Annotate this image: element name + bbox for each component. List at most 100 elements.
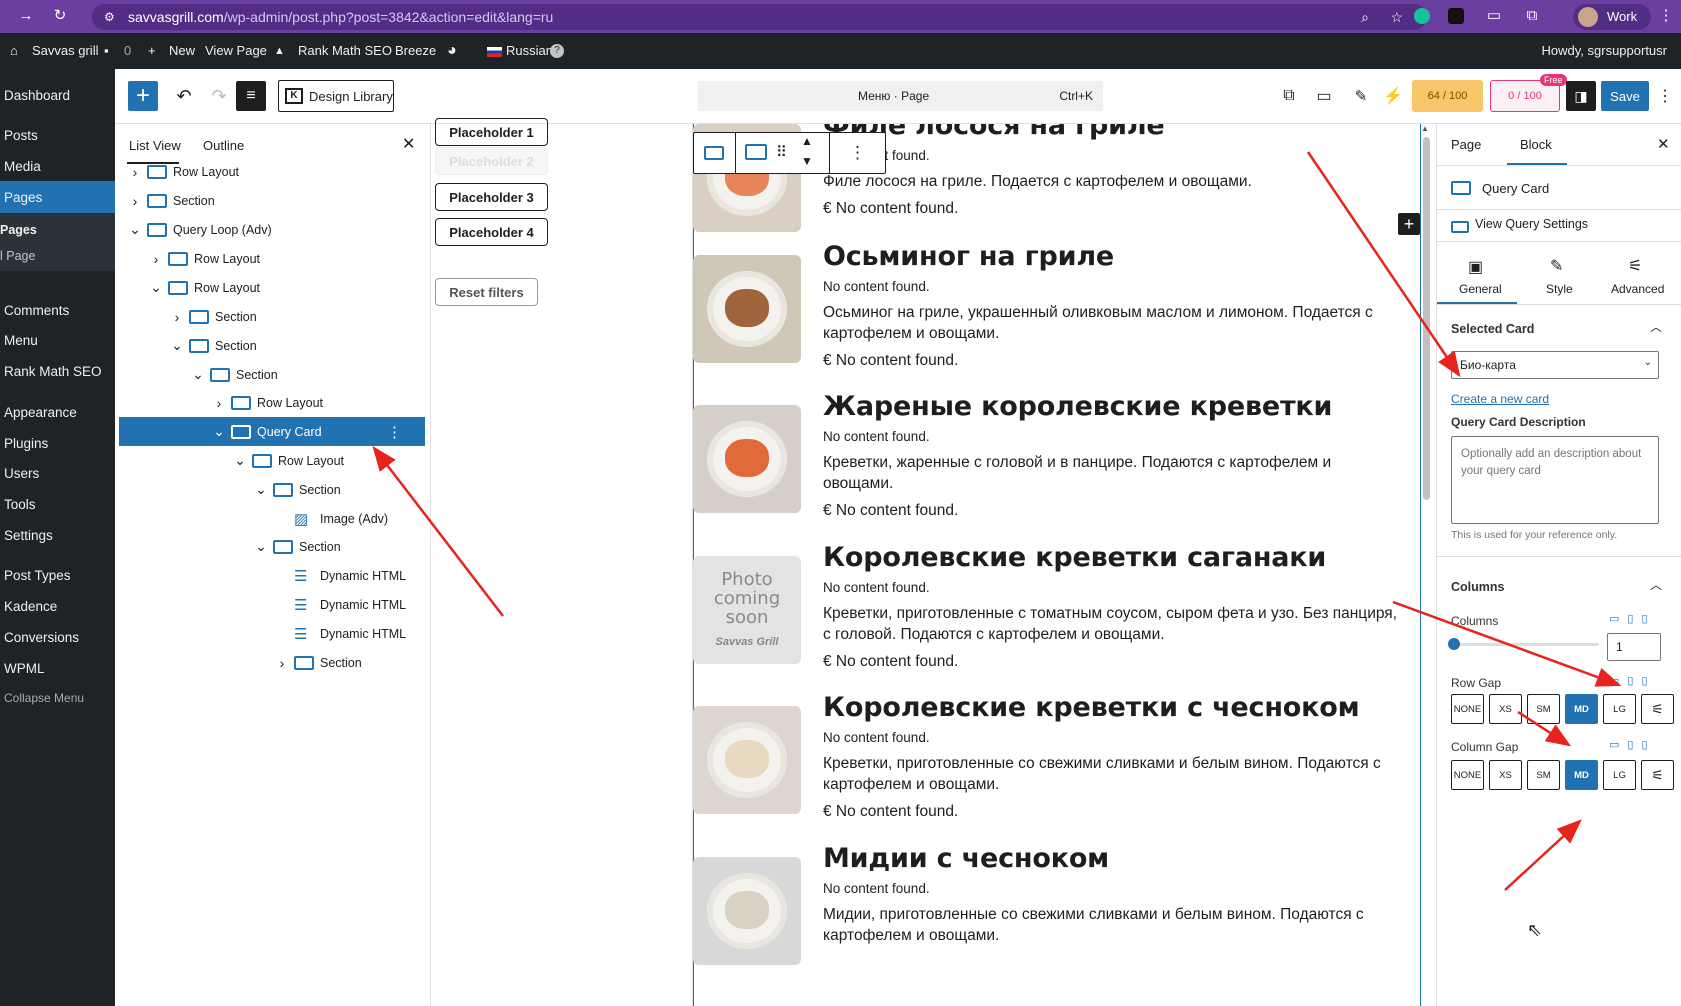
filter-button[interactable]: Placeholder 3 [435,183,548,211]
add-block-button[interactable]: + [128,81,158,111]
reload-icon[interactable]: ↻ [50,8,70,24]
selected-card-heading[interactable]: Selected Card [1451,322,1534,336]
scroll-up-icon[interactable]: ▲ [1421,124,1429,133]
forward-icon[interactable]: → [16,8,36,24]
extensions-puzzle-icon[interactable]: ⧉ [1522,8,1542,24]
close-icon[interactable]: ✕ [402,134,415,154]
list-view-row[interactable]: › Section [119,648,425,677]
list-view-row[interactable]: ⌄ Row Layout [119,446,425,475]
tab-general[interactable]: General [1459,282,1502,296]
settings-sidebar-icon[interactable]: ◨ [1566,81,1596,111]
scrollbar-thumb[interactable] [1423,137,1430,500]
chevron-down-icon[interactable]: ⌄ [234,452,246,469]
list-view-row[interactable]: ▨ Image (Adv) [119,504,425,533]
chevron-right-icon[interactable]: › [150,251,162,267]
responsive-device-icons[interactable]: ▭▯▯ [1609,612,1656,625]
edit-icon[interactable]: ✎ [1347,82,1375,110]
list-view-row[interactable]: ⌄ Section [119,475,425,504]
responsive-device-icons[interactable]: ▭▯▯ [1609,674,1656,687]
view-query-settings-link[interactable]: View Query Settings [1475,217,1588,231]
row-gap-none[interactable]: NONE [1451,694,1484,724]
menu-media[interactable]: Media [4,159,41,174]
tab-style[interactable]: Style [1546,282,1573,296]
rankmath-link[interactable]: Rank Math SEO [298,33,392,69]
extension-card-icon[interactable]: ▭ [1484,8,1504,24]
list-view-row[interactable]: › Section [119,186,425,215]
list-view-row[interactable]: ⌄ Query Loop (Adv) [119,215,425,244]
menu-plugins[interactable]: Plugins [4,436,48,451]
list-view-row[interactable]: ⌄ Section [119,532,425,561]
row-gap-lg[interactable]: LG [1603,694,1636,724]
list-view-row[interactable]: › Row Layout [119,157,425,186]
list-view-row[interactable]: ☰ Dynamic HTML [119,619,425,648]
comments-count[interactable]: 0 [124,33,131,69]
description-textarea[interactable] [1451,436,1659,524]
collapse-menu[interactable]: Collapse Menu [4,691,84,705]
menu-dashboard[interactable]: Dashboard [4,88,70,103]
chevron-down-icon[interactable]: ⌄ [255,538,267,555]
columns-slider-track[interactable] [1451,643,1599,646]
comments-icon[interactable]: ▪ [104,33,109,69]
query-loop-icon[interactable] [745,144,767,160]
command-palette[interactable]: Меню · Page Ctrl+K [698,81,1103,111]
chevron-down-icon[interactable]: ⌄ [192,366,204,383]
tab-block[interactable]: Block [1520,137,1552,152]
chevron-up-icon[interactable]: ︿ [1650,318,1662,335]
list-view-row[interactable]: ⌄ Section [119,360,425,389]
rankmath-score[interactable]: 64 / 100 [1412,80,1483,112]
chevron-right-icon[interactable]: › [213,395,225,411]
list-view-row[interactable]: ⌄ Query Card ⋮ [119,417,425,446]
view-page-link[interactable]: View Page [205,33,267,69]
column-gap-custom-icon[interactable]: ⚟ [1641,760,1674,790]
help-icon[interactable]: ? [550,44,564,58]
performance-icon[interactable]: ⚡ [1379,82,1407,110]
row-gap-xs[interactable]: XS [1489,694,1522,724]
list-view-row[interactable]: ☰ Dynamic HTML [119,561,425,590]
list-view-row[interactable]: › Row Layout [119,244,425,273]
menu-rankmath[interactable]: Rank Math SEO [4,364,102,379]
chevron-up-icon[interactable]: ︿ [1650,576,1662,593]
site-info-icon[interactable]: ⚙ [104,4,115,30]
chevron-right-icon[interactable]: › [129,164,141,180]
inserter-plus-button[interactable]: + [1398,213,1420,235]
chevron-down-icon[interactable]: ⌄ [255,481,267,498]
close-icon[interactable]: ✕ [1657,135,1670,153]
column-gap-sm[interactable]: SM [1527,760,1560,790]
undo-icon[interactable]: ↶ [170,82,198,110]
browser-menu-icon[interactable]: ⋮ [1656,8,1676,24]
drag-handle-icon[interactable]: ⠿ [776,143,787,161]
menu-tools[interactable]: Tools [4,497,36,512]
howdy-user[interactable]: Howdy, sgrsupportusr [1542,33,1667,69]
chevron-down-icon[interactable]: ⌄ [213,423,225,440]
row-gap-md[interactable]: MD [1565,694,1598,724]
device-preview-icon[interactable]: ▭ [1310,82,1338,110]
list-view-row[interactable]: ⌄ Section [119,331,425,360]
menu-pages[interactable]: Pages [4,190,42,205]
chevron-down-icon[interactable]: ⌄ [171,337,183,354]
list-view-row[interactable]: ⌄ Row Layout [119,273,425,302]
bookmark-star-icon[interactable]: ☆ [1390,4,1403,30]
selected-card-select[interactable]: Био-карта ⌄ [1451,351,1659,379]
address-bar[interactable]: ⚙ savvasgrill.com/wp-admin/post.php?post… [92,4,1427,30]
chevron-down-icon[interactable]: ⌄ [150,279,162,296]
query-card-icon[interactable] [704,146,724,160]
move-down-icon[interactable]: ▼ [801,154,813,168]
filter-button[interactable]: Placeholder 2 [435,147,548,175]
responsive-device-icons[interactable]: ▭▯▯ [1609,738,1656,751]
grammarly-icon[interactable] [1414,8,1430,24]
design-library-button[interactable]: K Design Library [278,80,394,112]
submenu-add-page[interactable]: l Page [0,249,35,263]
list-view-row[interactable]: › Section [119,302,425,331]
columns-number-input[interactable]: 1 [1607,633,1661,661]
view-external-icon[interactable]: ⧉ [1275,82,1303,110]
profile-chip[interactable]: Work [1573,4,1651,30]
menu-menu[interactable]: Menu [4,333,38,348]
language-switcher[interactable]: Russian [506,33,553,69]
extension-bolt-icon[interactable] [1448,8,1464,24]
chevron-down-icon[interactable]: ⌄ [129,221,141,238]
tab-advanced[interactable]: Advanced [1611,282,1664,296]
query-monitor-icon[interactable]: ◕ [447,33,457,69]
menu-wpml[interactable]: WPML [4,661,45,676]
row-gap-custom-icon[interactable]: ⚟ [1641,694,1674,724]
redo-icon[interactable]: ↷ [205,82,233,110]
